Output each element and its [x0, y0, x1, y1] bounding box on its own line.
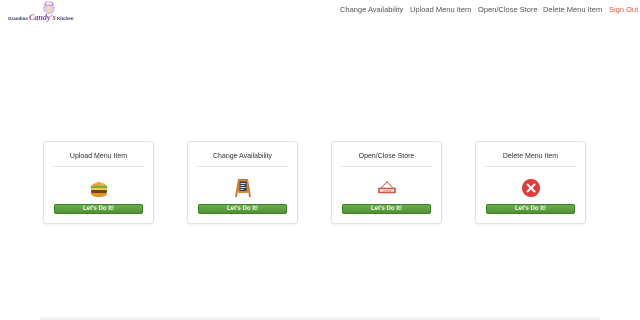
- brand-name-part-2: Candy's: [29, 13, 56, 22]
- card-divider: [485, 166, 576, 167]
- brand-logo[interactable]: Grandma Candy's Kitchen: [6, 1, 76, 22]
- lets-do-it-button[interactable]: Let's Do It!: [486, 204, 575, 214]
- nav-change-availability[interactable]: Change Availability: [340, 5, 403, 14]
- burger-icon: [90, 181, 107, 197]
- card-divider: [341, 166, 432, 167]
- navbar: Grandma Candy's Kitchen Change Availabil…: [0, 0, 640, 22]
- nav-upload-menu-item[interactable]: Upload Menu Item: [410, 5, 471, 14]
- card-title: Upload Menu Item: [69, 153, 128, 160]
- card-divider: [197, 166, 288, 167]
- card-title: Open/Close Store: [358, 153, 415, 160]
- card-upload-menu-item: Upload Menu Item Let's Do It!: [43, 141, 154, 224]
- card-title: Delete Menu Item: [502, 153, 559, 160]
- lets-do-it-button[interactable]: Let's Do It!: [54, 204, 143, 214]
- svg-text:CLOSED: CLOSED: [382, 190, 392, 192]
- nav-open-close-store[interactable]: Open/Close Store: [478, 5, 538, 14]
- card-change-availability: Change Availability Let's Do It!: [187, 141, 298, 224]
- closed-sign-icon: CLOSED: [377, 181, 396, 194]
- sandwich-board-icon: [234, 179, 251, 197]
- page-bottom-shadow: [40, 316, 600, 320]
- delete-x-icon: [521, 179, 540, 197]
- lets-do-it-button[interactable]: Let's Do It!: [342, 204, 431, 214]
- card-divider: [53, 166, 144, 167]
- nav-sign-out[interactable]: Sign Out: [609, 5, 638, 14]
- brand-name: Grandma Candy's Kitchen: [8, 13, 73, 22]
- nav-delete-menu-item[interactable]: Delete Menu Item: [543, 5, 602, 14]
- card-delete-menu-item: Delete Menu Item Let's Do It!: [475, 141, 586, 224]
- lets-do-it-button[interactable]: Let's Do It!: [198, 204, 287, 214]
- brand-name-part-1: Grandma: [8, 16, 28, 21]
- card-open-close-store: Open/Close Store CLOSED Let's Do It!: [331, 141, 442, 224]
- brand-name-part-3: Kitchen: [56, 16, 74, 21]
- card-title: Change Availability: [212, 153, 273, 160]
